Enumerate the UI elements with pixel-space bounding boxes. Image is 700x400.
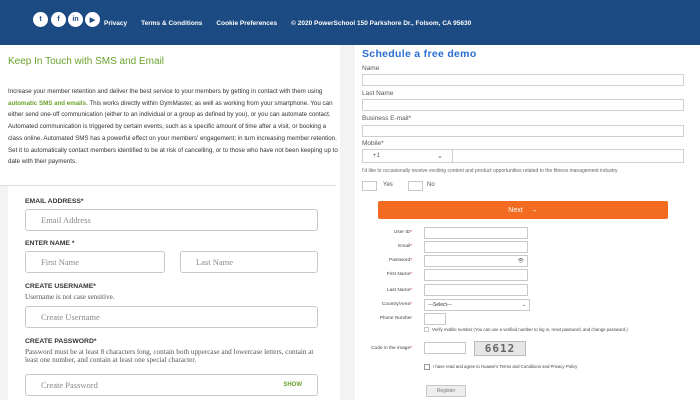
- top-bar: t f in ▶ Privacy Terms & Conditions Cook…: [0, 0, 700, 45]
- password-label: CREATE PASSWORD*: [25, 338, 97, 345]
- email-label: EMAIL ADDRESS*: [25, 198, 84, 205]
- password-input-reg[interactable]: 👁: [424, 255, 528, 267]
- captcha-input[interactable]: [424, 342, 466, 354]
- verify-mobile-note: Verify mobile number (You can use a veri…: [432, 327, 628, 332]
- email-input-reg[interactable]: [424, 241, 528, 253]
- twitter-icon[interactable]: t: [33, 12, 48, 27]
- required-mark: *: [410, 230, 412, 235]
- country-select-value: ---Select---: [428, 302, 452, 308]
- terms-link[interactable]: Terms & Conditions: [141, 20, 202, 27]
- email-label-reg: Email*: [352, 244, 412, 249]
- captcha-label-text: Code in the image: [371, 346, 411, 351]
- automatic-sms-link[interactable]: automatic SMS and emails: [8, 100, 86, 107]
- password-placeholder: Create Password: [41, 380, 98, 390]
- required-mark: *: [410, 346, 412, 351]
- business-email-label: Business E-mail*: [362, 115, 412, 122]
- demo-title: Schedule a free demo: [362, 48, 477, 60]
- required-mark: *: [410, 244, 412, 249]
- description-part-2: . This works directly within GymMaster, …: [8, 99, 338, 166]
- show-password-toggle[interactable]: SHOW: [283, 382, 302, 388]
- chevron-down-icon: ⌄: [437, 153, 443, 160]
- captcha-label: Code in the image*: [352, 346, 412, 351]
- password-field[interactable]: Create Password SHOW: [25, 374, 318, 396]
- required-mark: *: [410, 272, 412, 277]
- phone-code-input[interactable]: [424, 313, 446, 325]
- mobile-label: Mobile*: [362, 140, 384, 147]
- email-label-text: Email: [398, 244, 411, 249]
- phone-label: Phone Number: [379, 316, 412, 321]
- description-part-1: Increase your member retention and deliv…: [8, 88, 323, 95]
- name-label: ENTER NAME *: [25, 240, 75, 247]
- copyright-text: © 2020 PowerSchool 150 Parkshore Dr., Fo…: [291, 20, 472, 27]
- demo-email-input[interactable]: [362, 125, 684, 137]
- demo-name-input[interactable]: [362, 74, 684, 86]
- verify-checkbox[interactable]: [424, 327, 429, 332]
- footer-links: Privacy Terms & Conditions Cookie Prefer…: [104, 20, 471, 27]
- yes-checkbox[interactable]: [362, 181, 377, 191]
- firstname-label-text: First Name: [386, 272, 411, 277]
- lastname-label-text: Last Name: [386, 288, 411, 293]
- lastname-input-reg[interactable]: [424, 284, 528, 296]
- country-label: Country/Area*: [352, 302, 412, 307]
- required-mark: *: [410, 288, 412, 293]
- next-button[interactable]: Next →: [378, 201, 668, 219]
- signup-form: EMAIL ADDRESS* Email Address ENTER NAME …: [0, 185, 336, 400]
- privacy-link[interactable]: Privacy: [104, 20, 127, 27]
- firstname-label-reg: First Name*: [352, 272, 412, 277]
- no-checkbox[interactable]: [408, 181, 423, 191]
- username-label: CREATE USERNAME*: [25, 283, 96, 290]
- username-note: Username is not case sensitive.: [25, 293, 115, 301]
- register-button[interactable]: Register: [426, 385, 466, 397]
- chevron-down-icon: ⌄: [521, 302, 526, 308]
- cookie-preferences-link[interactable]: Cookie Preferences: [216, 20, 277, 27]
- country-select[interactable]: ---Select--- ⌄: [424, 299, 530, 311]
- lastname-label-demo: Last Name: [362, 90, 394, 97]
- linkedin-icon[interactable]: in: [68, 12, 83, 27]
- marketing-consent-text: I'd like to occasionally receive excitin…: [362, 168, 618, 174]
- country-code-select[interactable]: +1 ⌄: [363, 150, 453, 162]
- required-mark: *: [410, 302, 412, 307]
- country-label-text: Country/Area: [381, 302, 411, 307]
- demo-lastname-input[interactable]: [362, 99, 684, 111]
- password-requirements: Password must be at least 8 characters l…: [25, 348, 314, 364]
- userid-input[interactable]: [424, 227, 528, 239]
- email-field[interactable]: Email Address: [25, 209, 318, 231]
- youtube-icon[interactable]: ▶: [85, 12, 100, 27]
- sms-email-description: Increase your member retention and deliv…: [8, 86, 340, 168]
- username-field[interactable]: Create Username: [25, 306, 318, 328]
- arrow-right-icon: →: [530, 206, 538, 214]
- name-label-demo: Name: [362, 65, 380, 72]
- yes-label: Yes: [383, 182, 393, 188]
- next-label: Next: [508, 206, 523, 214]
- no-label: No: [427, 182, 435, 188]
- last-name-field[interactable]: Last Name: [180, 251, 318, 273]
- facebook-icon[interactable]: f: [51, 12, 66, 27]
- first-name-field[interactable]: First Name: [25, 251, 165, 273]
- password-label-text: Password: [389, 258, 411, 263]
- country-code-value: +1: [373, 153, 380, 159]
- userid-label-text: User ID: [393, 230, 411, 235]
- terms-text: I have read and agree to Huawei's Terms …: [433, 364, 578, 369]
- userid-label: User ID*: [352, 230, 412, 235]
- form-gutter: [0, 186, 8, 400]
- password-label-reg: Password*: [352, 258, 412, 263]
- required-mark: *: [410, 258, 412, 263]
- sms-email-heading: Keep In Touch with SMS and Email: [8, 56, 165, 67]
- captcha-image[interactable]: 6612: [474, 341, 526, 356]
- mobile-input-row: +1 ⌄: [362, 149, 684, 163]
- firstname-input-reg[interactable]: [424, 269, 528, 281]
- lastname-label-reg: Last Name*: [352, 288, 412, 293]
- eye-icon[interactable]: 👁: [518, 258, 524, 264]
- terms-checkbox[interactable]: [424, 364, 430, 370]
